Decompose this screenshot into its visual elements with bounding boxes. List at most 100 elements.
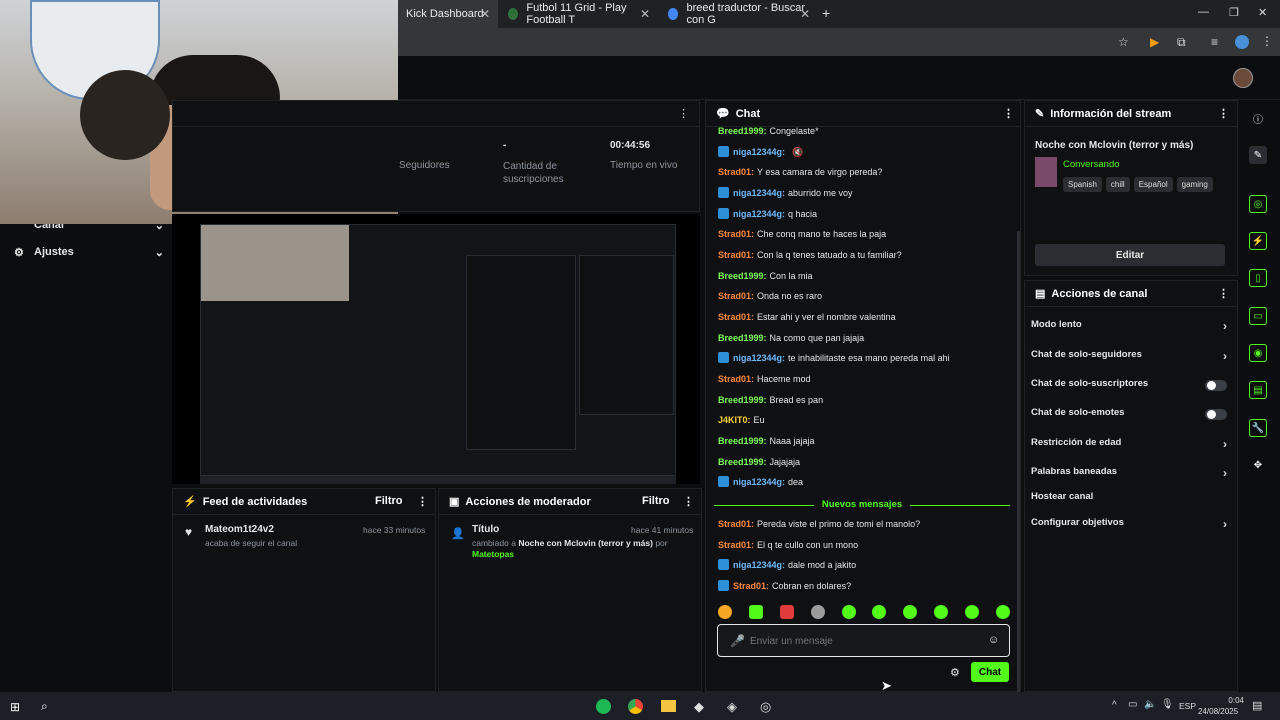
star-icon[interactable]: ☆ [1118, 35, 1129, 49]
emote-icon[interactable] [903, 605, 918, 619]
clock-time[interactable]: 0:04 [1200, 696, 1244, 705]
menu-kebab-icon[interactable]: ⋮ [1003, 107, 1014, 120]
activity-user[interactable]: Mateom1t24v2 [205, 524, 274, 535]
chat-username[interactable]: Breed1999: [718, 457, 767, 467]
chat-message-input[interactable] [750, 633, 980, 649]
chat-username[interactable]: Strad01: [733, 581, 769, 591]
media-icon[interactable]: ≡ [1211, 35, 1218, 49]
close-icon[interactable]: ✕ [800, 7, 810, 21]
menu-kebab-icon[interactable]: ⋮ [417, 495, 428, 508]
search-icon[interactable]: ⌕ [41, 699, 48, 714]
menu-kebab-icon[interactable]: ⋮ [678, 107, 689, 120]
menu-kebab-icon[interactable]: ⋮ [1218, 287, 1229, 300]
emoji-picker-icon[interactable]: ☺ [988, 634, 999, 646]
chat-username[interactable]: Breed1999: [718, 436, 767, 446]
info-icon[interactable]: ⓘ [1249, 109, 1267, 127]
sidebar-item-ajustes[interactable]: ⚙ Ajustes ⌄ [14, 246, 164, 260]
close-icon[interactable]: ✕ [480, 7, 490, 21]
edit-pencil-icon[interactable]: ✎ [1249, 146, 1267, 164]
target-icon[interactable]: ◎ [1249, 195, 1267, 213]
tab-kick-dashboard[interactable]: Kick Dashboard ✕ [398, 0, 498, 28]
toggle-switch[interactable] [1205, 409, 1227, 420]
emote-icon[interactable] [841, 605, 856, 619]
toggle-switch[interactable] [1205, 380, 1227, 391]
chat-username[interactable]: Breed1999: [718, 126, 767, 136]
microphone-icon[interactable]: 🎙 [1161, 699, 1174, 710]
app-icon[interactable]: ◈ [727, 699, 737, 715]
extensions-icon[interactable]: ⧉ [1177, 35, 1186, 50]
chat-username[interactable]: niga12344g: [733, 477, 785, 487]
emote-icon[interactable] [810, 605, 825, 619]
broadcast-icon[interactable]: ◉ [1249, 344, 1267, 362]
new-tab-button[interactable]: + [822, 5, 830, 21]
tab-google-search[interactable]: breed traductor - Buscar con G ✕ [660, 0, 818, 28]
chat-username[interactable]: niga12344g: [733, 353, 785, 363]
layout-icon[interactable]: ▤ [1249, 381, 1267, 399]
window-close-icon[interactable]: ✕ [1258, 6, 1267, 19]
channel-action-item[interactable]: Restricción de edad › [1031, 437, 1227, 451]
menu-kebab-icon[interactable]: ⋮ [683, 495, 694, 508]
chat-username[interactable]: Strad01: [718, 229, 754, 239]
chat-input-box[interactable]: 🎤 ☺ [717, 624, 1010, 657]
chat-username[interactable]: Strad01: [718, 519, 754, 529]
channel-action-item[interactable]: Hostear canal [1031, 491, 1227, 505]
windows-start-icon[interactable]: ⊞ [10, 700, 20, 714]
mod-action-user[interactable]: Matetopas [472, 549, 514, 559]
filter-button[interactable]: Filtro [642, 495, 670, 507]
channel-action-item[interactable]: Chat de solo-seguidores › [1031, 349, 1227, 363]
minimize-icon[interactable]: — [1198, 6, 1209, 18]
channel-action-item[interactable]: Palabras baneadas › [1031, 466, 1227, 480]
chat-send-button[interactable]: Chat [971, 662, 1009, 682]
menu-kebab-icon[interactable]: ⋮ [1261, 34, 1273, 48]
chat-username[interactable]: Strad01: [718, 374, 754, 384]
channel-action-item[interactable]: Modo lento › [1031, 319, 1227, 333]
chat-settings-gear-icon[interactable]: ⚙ [950, 666, 960, 679]
gamepad-icon[interactable]: ✥ [1249, 456, 1267, 474]
language-indicator[interactable]: ESP [1179, 701, 1196, 711]
chat-icon[interactable]: ▭ [1249, 307, 1267, 325]
volume-icon[interactable]: 🔈 [1144, 699, 1156, 710]
file-explorer-icon[interactable] [661, 700, 676, 712]
emote-icon[interactable] [965, 605, 979, 619]
chat-username[interactable]: niga12344g: [733, 147, 785, 157]
emote-icon[interactable] [718, 605, 732, 619]
emote-icon[interactable] [934, 605, 949, 619]
chat-username[interactable]: Strad01: [718, 291, 754, 301]
emote-icon[interactable] [995, 605, 1010, 619]
steam-icon[interactable]: ◆ [694, 699, 704, 715]
obs-icon[interactable]: ◎ [760, 699, 771, 715]
chat-username[interactable]: Breed1999: [718, 395, 767, 405]
chat-scrollbar[interactable] [1017, 231, 1020, 699]
chat-username[interactable]: Strad01: [718, 250, 754, 260]
emote-icon[interactable] [779, 605, 794, 619]
maximize-icon[interactable]: ❐ [1229, 6, 1239, 19]
chat-username[interactable]: niga12344g: [733, 560, 785, 570]
wrench-icon[interactable]: 🔧 [1249, 419, 1267, 437]
chevron-up-icon[interactable]: ^ [1112, 700, 1117, 711]
filter-button[interactable]: Filtro [375, 495, 403, 507]
edit-stream-button[interactable]: Editar [1035, 244, 1225, 266]
extension-play-icon[interactable]: ▶ [1150, 35, 1159, 49]
emote-icon[interactable] [748, 605, 763, 619]
category-name[interactable]: Conversando [1063, 159, 1120, 170]
chat-username[interactable]: niga12344g: [733, 209, 785, 219]
document-icon[interactable]: ▯ [1249, 269, 1267, 287]
chat-username[interactable]: niga12344g: [733, 188, 785, 198]
spotify-icon[interactable] [596, 699, 611, 714]
notifications-icon[interactable]: ▤ [1252, 699, 1262, 712]
emote-icon[interactable] [872, 605, 887, 619]
chrome-icon[interactable] [628, 699, 643, 714]
lightning-icon[interactable]: ⚡ [1249, 232, 1267, 250]
close-icon[interactable]: ✕ [640, 7, 650, 21]
channel-action-item[interactable]: Chat de solo-suscriptores [1031, 378, 1227, 392]
user-avatar[interactable] [1233, 68, 1253, 88]
channel-action-item[interactable]: Chat de solo-emotes [1031, 407, 1227, 421]
chat-username[interactable]: Strad01: [718, 167, 754, 177]
network-icon[interactable]: ▭ [1128, 699, 1137, 710]
chat-username[interactable]: J4KIT0: [718, 415, 751, 425]
menu-kebab-icon[interactable]: ⋮ [1218, 107, 1229, 120]
profile-avatar[interactable] [1235, 35, 1249, 49]
microphone-icon[interactable]: 🎤 [730, 634, 745, 648]
tab-futbol-grid[interactable]: Futbol 11 Grid - Play Football T ✕ [500, 0, 658, 28]
chat-username[interactable]: Breed1999: [718, 271, 767, 281]
